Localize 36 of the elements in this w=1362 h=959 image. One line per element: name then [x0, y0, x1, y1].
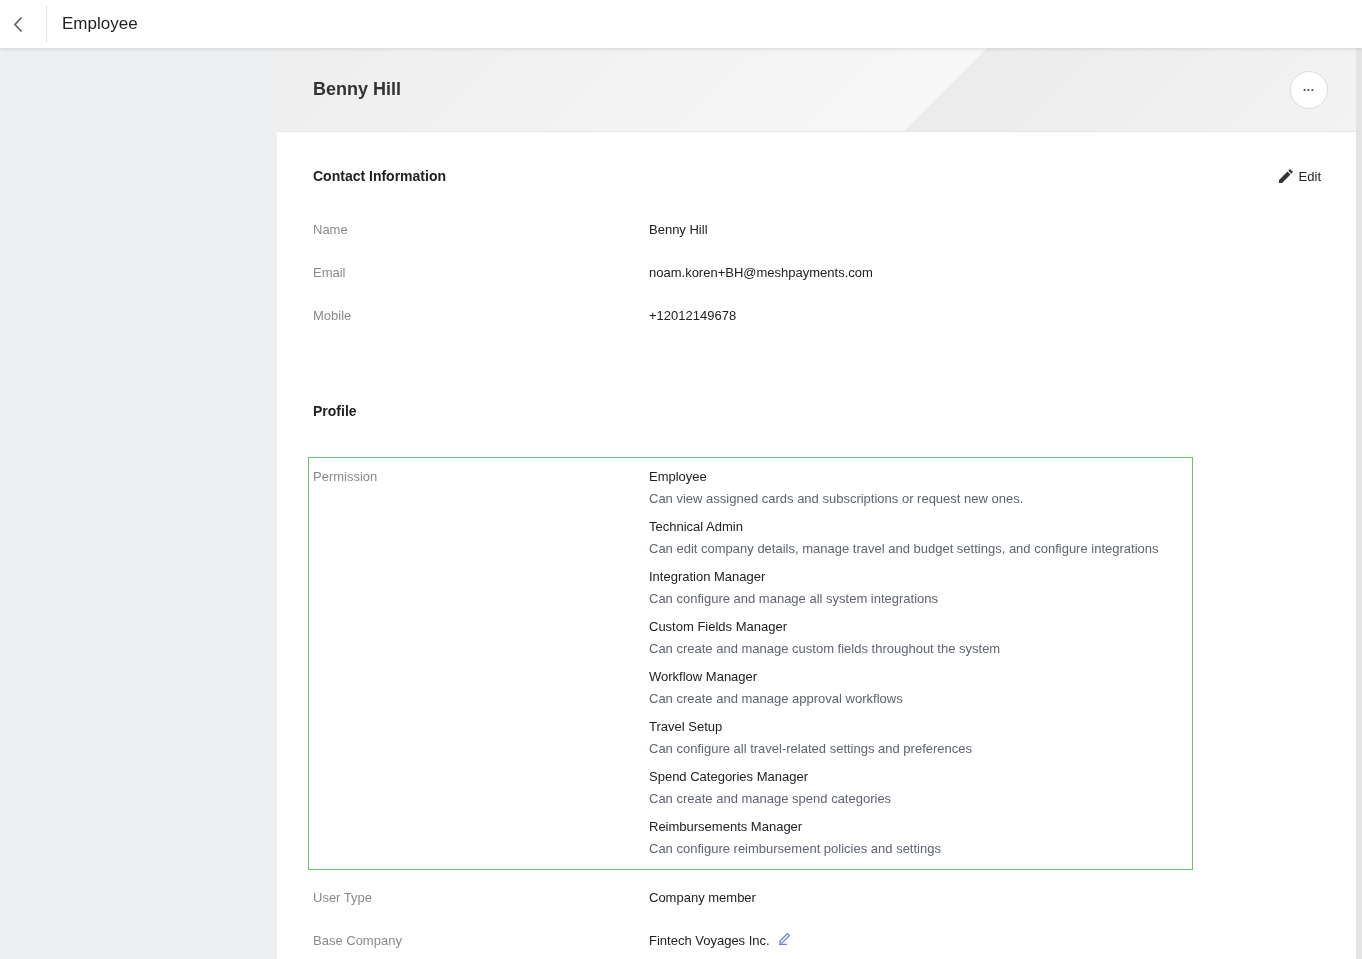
field-value: Company member: [649, 890, 756, 905]
role-description: Can create and manage approval workflows: [649, 691, 903, 706]
edit-button[interactable]: Edit: [1278, 168, 1321, 184]
role-description: Can edit company details, manage travel and budget settings, and configure integrations: [649, 541, 1159, 556]
role-description: Can create and manage spend categories: [649, 791, 892, 806]
role-description: Can view assigned cards and subscriptions or request new ones.: [649, 491, 1024, 506]
role-description: Can configure reimbursement policies and settings: [649, 841, 941, 856]
field-label: Mobile: [313, 308, 352, 323]
role-name: Travel Setup: [649, 719, 723, 734]
page-title: Employee: [62, 14, 138, 34]
field-label: Email: [313, 265, 346, 280]
field-value: Fintech Voyages Inc.: [649, 933, 770, 948]
role-name: Employee: [649, 469, 707, 484]
role-name: Reimbursements Manager: [649, 819, 803, 834]
field-value: +12012149678: [649, 308, 737, 323]
field-label: Permission: [313, 469, 378, 484]
field-label: User Type: [313, 890, 372, 905]
pencil-icon: [1278, 169, 1293, 183]
role-description: Can configure all travel-related settings and preferences: [649, 741, 972, 756]
role-name: Workflow Manager: [649, 669, 758, 684]
section-title: Contact Information: [313, 168, 446, 184]
back-icon: [13, 15, 23, 33]
field-label: Base Company: [313, 933, 402, 948]
role-name: Custom Fields Manager: [649, 619, 787, 634]
field-label: Name: [313, 222, 348, 237]
role-name: Technical Admin: [649, 519, 743, 534]
role-description: Can configure and manage all system integrations: [649, 591, 939, 606]
more-button[interactable]: •••: [1290, 70, 1328, 109]
role-description: Can create and manage custom fields throughout the system: [649, 641, 1001, 656]
field-value: Benny Hill: [649, 222, 708, 237]
field-value: noam.koren+BH@meshpayments.com: [649, 265, 873, 280]
employee-name: Benny Hill: [313, 79, 401, 100]
role-name: Integration Manager: [649, 569, 766, 584]
pencil-icon[interactable]: [777, 931, 792, 945]
role-name: Spend Categories Manager: [649, 769, 808, 784]
section-title: Profile: [313, 403, 357, 419]
